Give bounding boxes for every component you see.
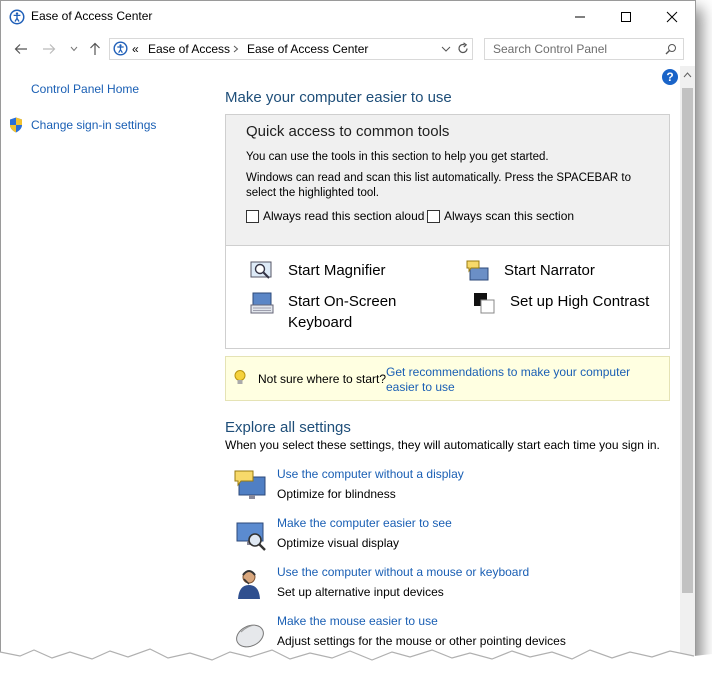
- scrollbar-thumb[interactable]: [682, 88, 693, 593]
- onscreen-keyboard-icon: [250, 292, 274, 314]
- back-button[interactable]: [11, 40, 31, 58]
- setting-description: Optimize visual display: [277, 536, 400, 550]
- setting-without-mouse-keyboard: Use the computer without a mouse or keyb…: [233, 565, 653, 609]
- recommendation-tip: Not sure where to start? Get recommendat…: [225, 356, 670, 401]
- recent-locations-button[interactable]: [64, 40, 84, 58]
- setting-easier-to-see: Make the computer easier to see Optimize…: [233, 516, 653, 560]
- quick-access-header: Quick access to common tools You can use…: [226, 115, 669, 246]
- address-bar[interactable]: « Ease of Access Ease of Access Center: [109, 38, 473, 60]
- checkbox-label: Always read this section aloud: [263, 209, 425, 223]
- tip-text: Not sure where to start?: [258, 372, 387, 386]
- back-arrow-icon: [14, 44, 27, 54]
- control-panel-home-link[interactable]: Control Panel Home: [31, 82, 139, 96]
- chevron-down-icon: [70, 46, 78, 52]
- up-button[interactable]: [85, 40, 105, 58]
- maximize-button[interactable]: [603, 1, 649, 32]
- quick-access-intro: You can use the tools in this section to…: [246, 151, 549, 163]
- scroll-up-icon[interactable]: [683, 72, 692, 78]
- setting-description: Set up alternative input devices: [277, 585, 444, 599]
- setting-title[interactable]: Make the mouse easier to use: [277, 614, 438, 628]
- help-button[interactable]: ?: [662, 69, 678, 85]
- search-placeholder: Search Control Panel: [493, 42, 608, 56]
- monitor-magnifier-icon: [236, 522, 266, 551]
- shield-icon: [10, 117, 22, 133]
- search-icon: [665, 44, 676, 55]
- breadcrumb-overflow[interactable]: «: [132, 42, 139, 56]
- chevron-right-icon: [233, 45, 239, 53]
- lightbulb-icon: [234, 370, 246, 384]
- vertical-scrollbar[interactable]: [680, 66, 695, 667]
- maximize-icon: [621, 11, 631, 22]
- forward-arrow-icon: [43, 44, 56, 54]
- breadcrumb-ease-of-access-center[interactable]: Ease of Access Center: [247, 42, 368, 56]
- change-signin-settings-link[interactable]: Change sign-in settings: [31, 118, 156, 132]
- always-scan-checkbox[interactable]: Always scan this section: [427, 209, 574, 223]
- ease-of-access-icon: [113, 41, 128, 56]
- explore-subtitle: When you select these settings, they wil…: [225, 438, 660, 452]
- setting-title[interactable]: Use the computer without a mouse or keyb…: [277, 565, 529, 579]
- start-onscreen-keyboard-label: Start On-Screen Keyboard: [288, 293, 397, 331]
- quick-access-title: Quick access to common tools: [246, 123, 450, 140]
- page-title: Make your computer easier to use: [225, 89, 452, 106]
- narrator-icon: [466, 260, 489, 281]
- torn-edge-decoration: [0, 648, 712, 691]
- search-input[interactable]: Search Control Panel: [484, 38, 684, 60]
- window-title: Ease of Access Center: [31, 9, 153, 23]
- setup-high-contrast-label: Set up High Contrast: [510, 293, 650, 310]
- up-arrow-icon: [90, 42, 100, 55]
- checkbox-box[interactable]: [246, 209, 259, 223]
- setting-description: Optimize for blindness: [277, 487, 396, 501]
- forward-button[interactable]: [39, 40, 59, 58]
- quick-access-scan-info: Windows can read and scan this list auto…: [246, 172, 631, 199]
- title-bar: Ease of Access Center: [1, 1, 695, 32]
- setting-title[interactable]: Make the computer easier to see: [277, 516, 452, 530]
- chevron-down-icon[interactable]: [441, 46, 451, 52]
- breadcrumb-ease-of-access[interactable]: Ease of Access: [148, 42, 230, 56]
- navigation-bar: « Ease of Access Ease of Access Center S…: [1, 34, 695, 64]
- checkbox-label: Always scan this section: [444, 209, 575, 223]
- ease-of-access-icon: [9, 9, 25, 25]
- minimize-icon: [575, 16, 585, 17]
- explore-heading: Explore all settings: [225, 419, 351, 436]
- setup-high-contrast-button[interactable]: Set up High Contrast: [472, 291, 649, 315]
- refresh-icon[interactable]: [457, 42, 469, 55]
- minimize-button[interactable]: [557, 1, 603, 32]
- close-button[interactable]: [649, 1, 695, 32]
- close-icon: [666, 11, 678, 22]
- setting-title[interactable]: Use the computer without a display: [277, 467, 464, 481]
- start-magnifier-label: Start Magnifier: [288, 262, 386, 279]
- high-contrast-icon: [474, 293, 495, 314]
- start-narrator-label: Start Narrator: [504, 262, 595, 279]
- always-read-checkbox[interactable]: Always read this section aloud: [246, 209, 424, 223]
- magnifier-icon: [250, 261, 272, 279]
- setting-without-display: Use the computer without a display Optim…: [233, 467, 653, 511]
- quick-access-panel: Quick access to common tools You can use…: [225, 114, 670, 349]
- person-headset-icon: [238, 570, 260, 599]
- monitor-speech-icon: [234, 470, 266, 499]
- start-narrator-button[interactable]: Start Narrator: [466, 260, 595, 282]
- checkbox-box[interactable]: [427, 209, 440, 223]
- window: Ease of Access Center « Ease of Access E…: [0, 0, 696, 668]
- get-recommendations-link[interactable]: Get recommendations to make your compute…: [386, 365, 651, 395]
- start-onscreen-keyboard-button[interactable]: Start On-Screen Keyboard: [250, 291, 440, 333]
- start-magnifier-button[interactable]: Start Magnifier: [250, 260, 386, 282]
